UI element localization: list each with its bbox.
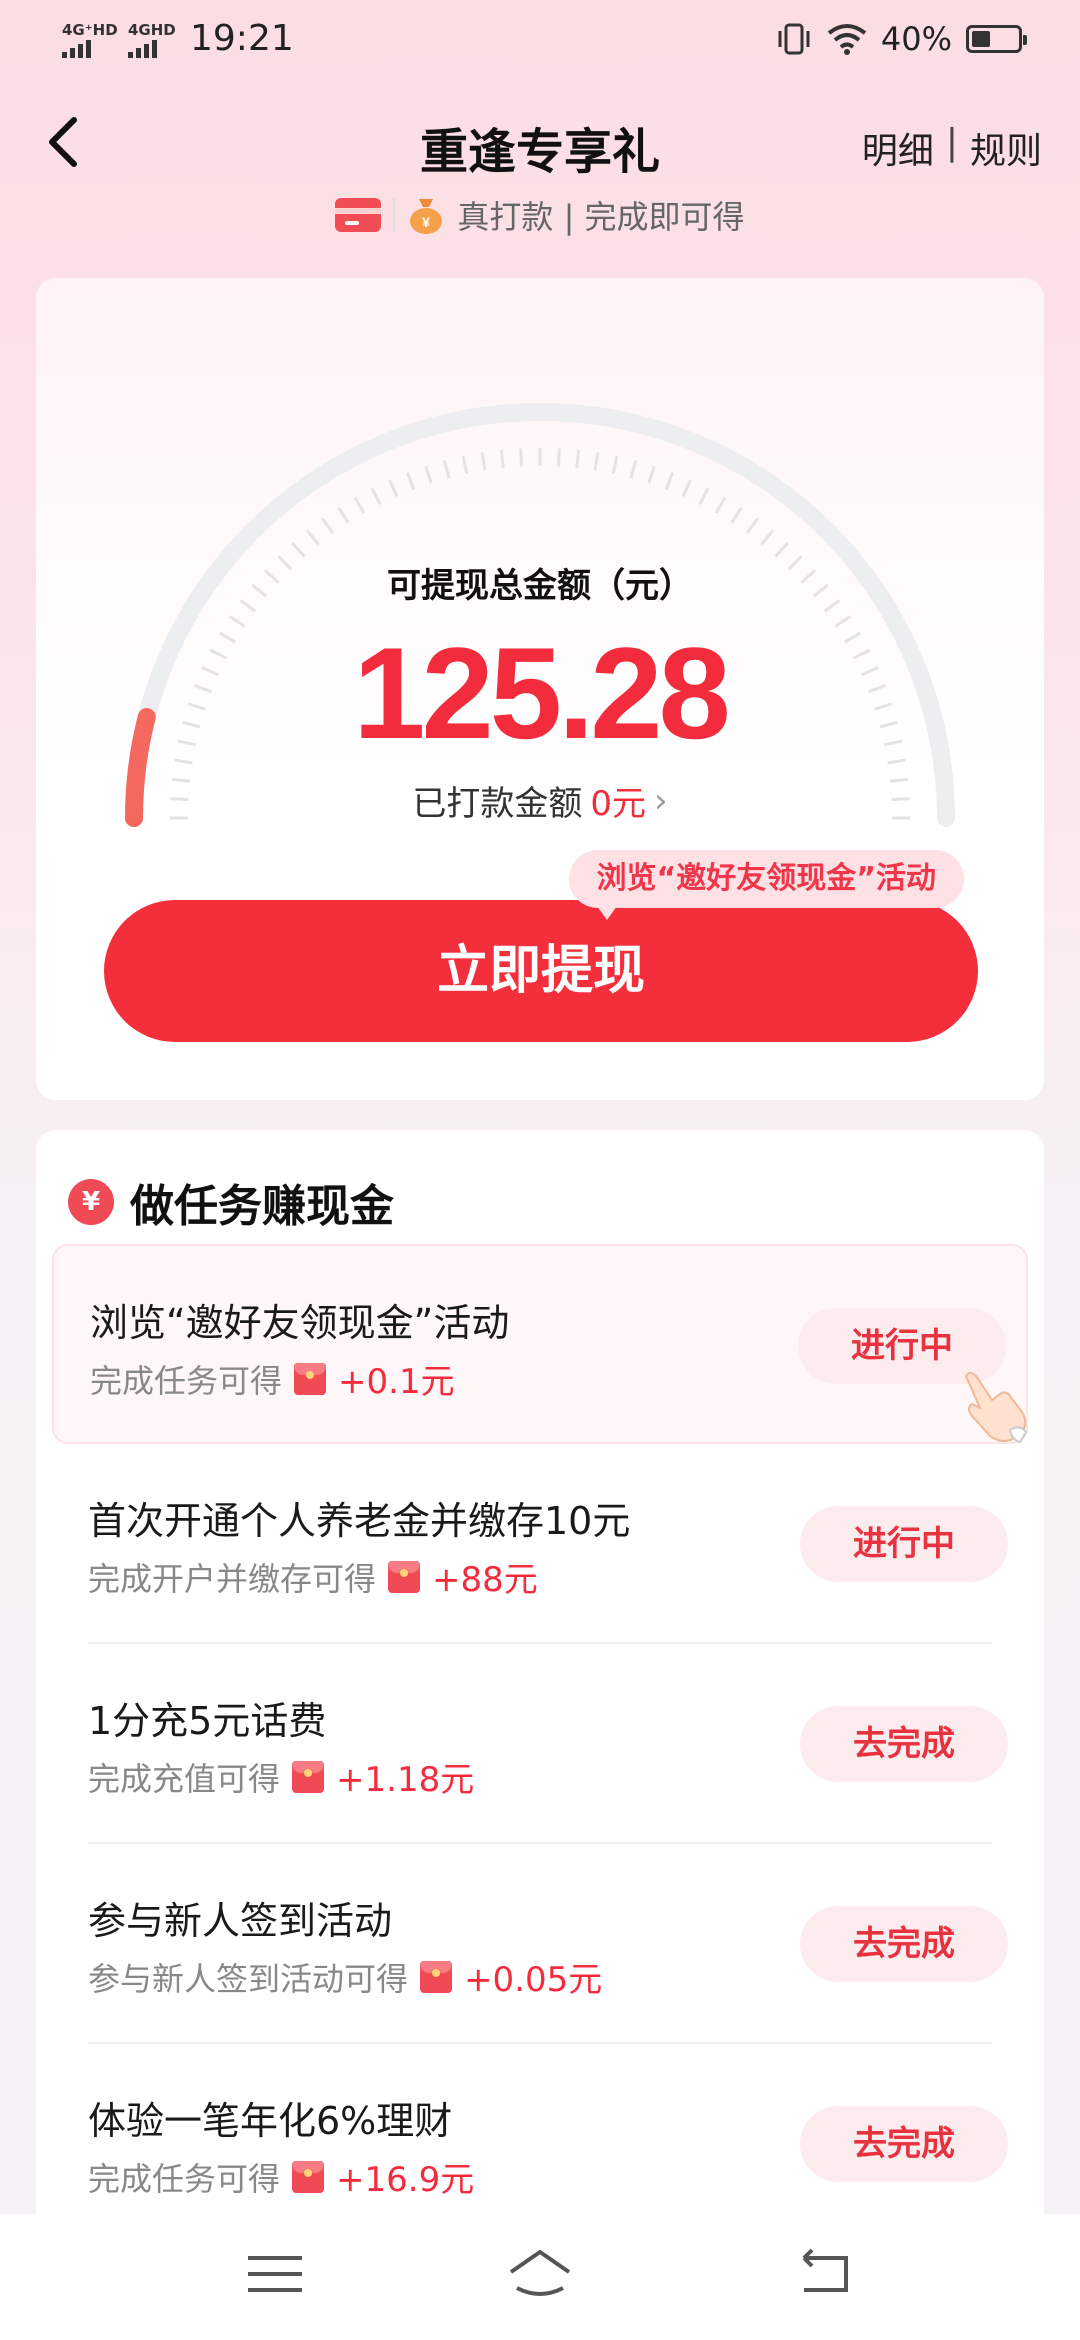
gauge-tick [370, 487, 382, 506]
task-item[interactable]: 参与新人签到活动 参与新人签到活动可得 +0.05元 去完成 [52, 1844, 1028, 2044]
gauge-tick [774, 542, 789, 558]
task-reward: +0.1元 [338, 1362, 455, 1402]
money-bag-icon: ¥ [410, 199, 443, 234]
link-separator: | [945, 122, 958, 163]
status-bar: 4G⁺HD 4GHD 19:21 40% [0, 0, 1080, 90]
gauge-tick [698, 487, 710, 506]
gauge-tick [714, 496, 727, 514]
system-nav-bar [0, 2214, 1080, 2340]
battery-icon [966, 25, 1027, 53]
gauge-tick [480, 452, 487, 471]
gauge-tick [647, 465, 656, 484]
divider [393, 198, 396, 232]
pointing-hand-icon [964, 1372, 1028, 1444]
gauge-tick [745, 517, 759, 535]
task-reward: +1.18元 [336, 1760, 475, 1800]
task-desc: 完成充值可得 [88, 1759, 281, 1798]
home-icon[interactable] [505, 2244, 575, 2304]
task-item[interactable]: 1分充5元话费 完成充值可得 +1.18元 去完成 [52, 1644, 1028, 1844]
task-reward: +0.05元 [464, 1960, 603, 2000]
balance-card: 可提现总金额（元） 125.28 已打款金额 0元 › 立即提现 浏览“邀好友领… [36, 278, 1044, 1100]
task-desc: 完成任务可得 [90, 1361, 283, 1400]
menu-icon[interactable] [240, 2244, 310, 2304]
gauge-tick [499, 449, 505, 469]
chevron-right-icon: › [654, 780, 668, 821]
gauge-tick [406, 472, 416, 490]
task-title: 浏览“邀好友领现金”活动 [90, 1301, 510, 1345]
task-title: 参与新人签到活动 [88, 1899, 393, 1943]
gauge-tick [664, 472, 674, 490]
bank-card-icon [335, 198, 382, 232]
task-title: 体验一笔年化6%理财 [88, 2099, 453, 2143]
task-action-button[interactable]: 去完成 [800, 2106, 1008, 2182]
back-nav-icon[interactable] [790, 2244, 860, 2304]
gauge-tick [388, 479, 399, 498]
gauge-tick [291, 542, 306, 558]
task-item[interactable]: 首次开通个人养老金并缴存10元 完成开户并缴存可得 +88元 进行中 [52, 1444, 1028, 1644]
task-reward: +16.9元 [336, 2160, 475, 2200]
task-desc: 完成任务可得 [88, 2159, 281, 2198]
signal-2-label: 4GHD [128, 21, 176, 39]
signal-1-label: 4G⁺HD [62, 21, 118, 39]
svg-text:¥: ¥ [423, 214, 431, 230]
gauge-tick [442, 460, 451, 479]
task-reward: +88元 [432, 1560, 538, 1600]
task-title: 首次开通个人养老金并缴存10元 [88, 1499, 631, 1543]
tasks-title: 做任务赚现金 [130, 1181, 394, 1232]
gauge-tick [681, 479, 692, 498]
gauge-tick [305, 529, 320, 546]
gauge-tick [519, 448, 524, 467]
vibrate-icon [778, 23, 810, 55]
gauge-tick [321, 517, 335, 535]
paid-amount: 0元 [590, 784, 647, 824]
cellular-signal-1-icon: 4G⁺HD [62, 22, 118, 58]
gauge-tick [556, 448, 561, 467]
gauge-tick [593, 452, 600, 471]
red-envelope-icon [292, 1760, 325, 1793]
task-action-button[interactable]: 去完成 [800, 1706, 1008, 1782]
withdraw-button[interactable]: 立即提现 [104, 900, 978, 1042]
gauge-tick [611, 455, 619, 475]
task-desc: 参与新人签到活动可得 [88, 1959, 409, 1998]
wifi-icon [827, 24, 867, 55]
status-time: 19:21 [190, 18, 294, 59]
balance-label: 可提现总金额（元） [387, 566, 693, 606]
cellular-signal-2-icon: 4GHD [128, 22, 176, 58]
gauge-tick [575, 449, 581, 469]
gauge-tick [629, 460, 638, 479]
tasks-card: ¥ 做任务赚现金 浏览“邀好友领现金”活动 完成任务可得 +0.1元 进行中 首… [36, 1130, 1044, 2230]
task-item[interactable]: 浏览“邀好友领现金”活动 完成任务可得 +0.1元 进行中 [52, 1244, 1028, 1444]
yen-icon: ¥ [68, 1179, 114, 1225]
gauge-tick [760, 529, 775, 546]
red-envelope-icon [420, 1960, 453, 1993]
subtitle-row: ¥ 真打款 | 完成即可得 [0, 192, 1080, 238]
subtitle-text: 真打款 | 完成即可得 [457, 198, 745, 236]
gauge-tick [730, 506, 743, 524]
paid-label: 已打款金额 [412, 784, 583, 824]
red-envelope-icon [292, 2160, 325, 2193]
rules-link[interactable]: 规则 [970, 122, 1042, 174]
task-title: 1分充5元话费 [88, 1699, 327, 1743]
task-action-button[interactable]: 去完成 [800, 1906, 1008, 1982]
task-desc: 完成开户并缴存可得 [88, 1559, 377, 1598]
paid-amount-row[interactable]: 已打款金额 0元 › [36, 776, 1044, 825]
task-status-button[interactable]: 进行中 [800, 1506, 1008, 1582]
detail-link[interactable]: 明细 [862, 122, 934, 174]
battery-percent: 40% [880, 20, 952, 58]
gauge-tick [353, 496, 366, 514]
gauge-tick [424, 465, 433, 484]
red-envelope-icon [388, 1560, 421, 1593]
balance-value: 125.28 [353, 620, 731, 766]
gauge-tick [461, 455, 469, 475]
header-links: 明细 | 规则 [862, 122, 1042, 174]
hint-bubble: 浏览“邀好友领现金”活动 [568, 850, 964, 920]
gauge-tick [337, 506, 350, 524]
red-envelope-icon [294, 1362, 327, 1395]
